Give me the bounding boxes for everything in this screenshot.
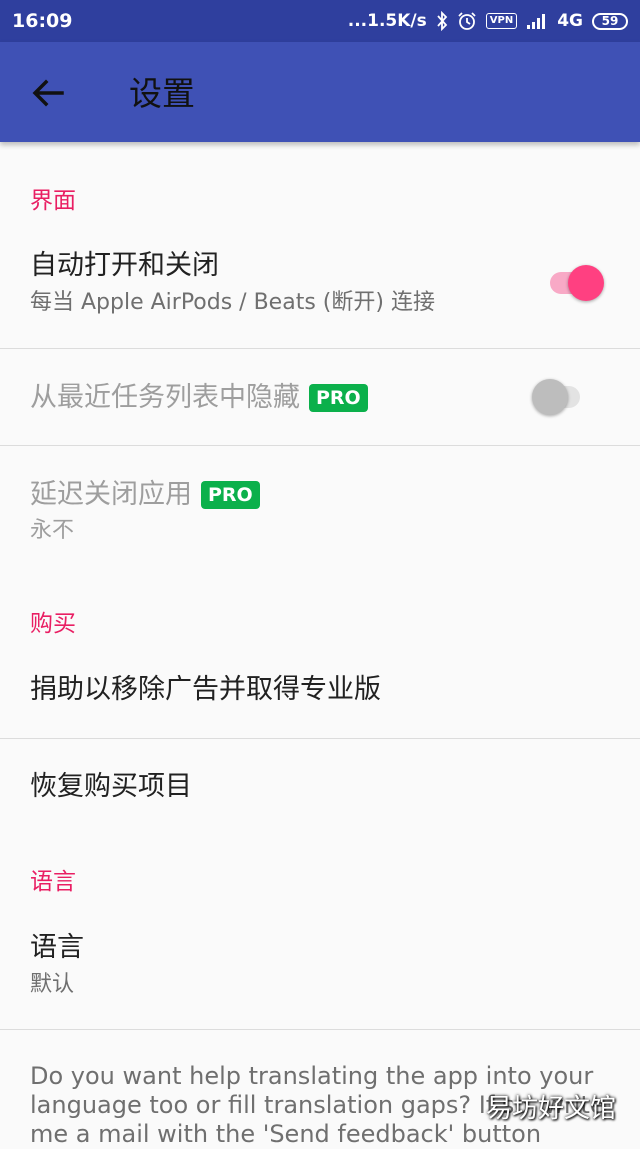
- alarm-icon: [457, 11, 477, 31]
- section-header-interface: 界面: [30, 188, 76, 214]
- battery-icon: 59: [592, 12, 628, 30]
- auto-open-close-switch[interactable]: [548, 263, 608, 303]
- status-bar: 16:09 ...1.5K/s VPN 4G 59: [0, 0, 640, 42]
- pref-delay-close-label: 延迟关闭应用: [30, 479, 192, 510]
- bluetooth-icon: [436, 11, 448, 31]
- pref-delay-close-summary: 永不: [30, 518, 75, 543]
- network-type: 4G: [557, 11, 583, 31]
- back-button[interactable]: [24, 68, 74, 118]
- pref-language-title: 语言: [30, 932, 84, 963]
- pref-language[interactable]: [0, 912, 640, 1029]
- arrow-left-icon: [32, 79, 64, 107]
- pro-badge: PRO: [309, 384, 368, 412]
- pref-language-summary: 默认: [30, 972, 75, 997]
- pref-hide-recents-label: 从最近任务列表中隐藏: [30, 382, 300, 413]
- pref-delay-close-title: 延迟关闭应用 PRO: [30, 477, 260, 513]
- battery-level: 59: [601, 14, 619, 28]
- pref-hide-recents-title: 从最近任务列表中隐藏 PRO: [30, 380, 368, 416]
- page-title: 设置: [129, 74, 195, 113]
- pro-badge: PRO: [201, 481, 260, 509]
- divider: [0, 1029, 640, 1030]
- status-time: 16:09: [12, 10, 73, 32]
- section-header-language: 语言: [30, 869, 76, 895]
- switch-thumb: [568, 265, 604, 301]
- hide-recents-switch: [532, 377, 592, 417]
- status-icons: ...1.5K/s VPN 4G 59: [348, 11, 628, 31]
- pref-auto-open-close-summary: 每当 Apple AirPods / Beats (断开) 连接: [30, 290, 435, 315]
- network-speed: ...1.5K/s: [347, 11, 427, 31]
- section-header-purchase: 购买: [30, 611, 76, 637]
- pref-donate-title: 捐助以移除广告并取得专业版: [30, 674, 381, 705]
- watermark: 易坊好文馆: [485, 1094, 616, 1124]
- switch-thumb: [532, 379, 568, 415]
- signal-icon: [526, 12, 548, 30]
- pref-restore-purchases-title: 恢复购买项目: [30, 771, 192, 802]
- vpn-icon: VPN: [485, 13, 518, 29]
- pref-auto-open-close-title: 自动打开和关闭: [30, 250, 219, 281]
- app-bar: 设置: [0, 42, 640, 142]
